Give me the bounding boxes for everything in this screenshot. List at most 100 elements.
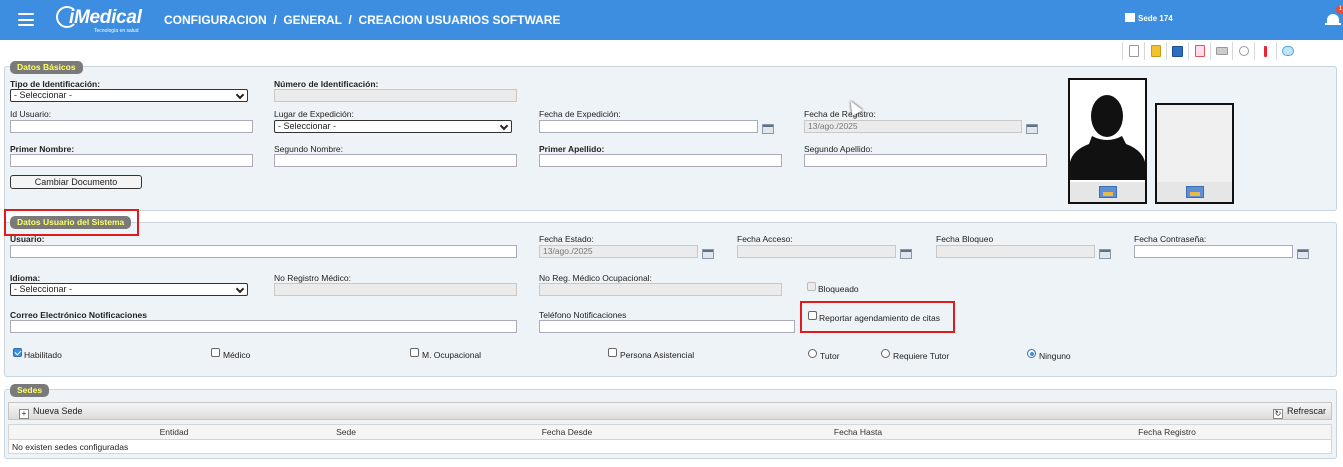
edit-icon <box>1150 45 1161 57</box>
fecha-contrasena-input[interactable] <box>1134 245 1293 258</box>
app-logo[interactable]: iMedical Tecnología en salud <box>56 4 148 36</box>
calendar-icon[interactable] <box>900 249 912 259</box>
fecha-bloqueo-input[interactable] <box>936 245 1095 258</box>
refrescar-button[interactable]: ↻ Refrescar <box>1273 404 1326 419</box>
chevron-down-icon <box>235 90 245 100</box>
lugar-exp-select[interactable]: - Seleccionar - <box>274 120 512 133</box>
empty-message: No existen sedes configuradas <box>12 442 129 452</box>
lugar-exp-label: Lugar de Expedición: <box>274 109 354 119</box>
table-row: No existen sedes configuradas <box>8 440 1332 454</box>
fecha-reg-input[interactable]: 13/ago./2025 <box>804 120 1022 133</box>
refrescar-label: Refrescar <box>1287 406 1327 416</box>
save-button[interactable] <box>1166 42 1188 60</box>
fecha-acceso-input[interactable] <box>737 245 896 258</box>
sede-label: Sede 174 <box>1138 14 1173 23</box>
breadcrumb: CONFIGURACION / GENERAL / CREACION USUAR… <box>164 13 561 27</box>
telefono-input[interactable] <box>539 320 795 333</box>
logo-text: iMedical <box>69 7 142 28</box>
signature-photo-frame <box>1155 103 1234 204</box>
primer-nombre-label: Primer Nombre: <box>10 144 75 154</box>
fecha-estado-label: Fecha Estado: <box>539 234 594 244</box>
numero-id-label: Número de Identificación: <box>274 79 379 89</box>
segundo-apellido-input[interactable] <box>804 154 1047 167</box>
habilitado-checkbox[interactable] <box>13 348 22 357</box>
id-usuario-input[interactable] <box>10 120 253 133</box>
new-button[interactable] <box>1122 42 1144 60</box>
numero-id-input[interactable] <box>274 89 517 102</box>
requiere-tutor-label: Requiere Tutor <box>893 351 950 361</box>
requiere-tutor-radio[interactable] <box>881 349 890 358</box>
print-button[interactable] <box>1210 42 1232 60</box>
segundo-nombre-label: Segundo Nombre: <box>274 144 343 154</box>
fecha-reg-label: Fecha de Registro: <box>804 109 876 119</box>
bloqueado-label: Bloqueado <box>818 284 859 294</box>
calendar-icon[interactable] <box>1297 249 1309 259</box>
building-icon <box>1125 13 1135 22</box>
search-button[interactable] <box>1232 42 1254 60</box>
column-entidad[interactable]: Entidad <box>160 427 189 437</box>
sedes-table-header: Entidad Sede Fecha Desde Fecha Hasta Fec… <box>8 424 1332 440</box>
calendar-icon[interactable] <box>1026 124 1038 134</box>
idioma-select[interactable]: - Seleccionar - <box>10 283 248 296</box>
tutor-radio[interactable] <box>808 349 817 358</box>
notifications-bell-icon[interactable]: 1 <box>1325 5 1343 26</box>
segundo-nombre-input[interactable] <box>274 154 517 167</box>
calendar-icon[interactable] <box>702 249 714 259</box>
nueva-sede-button[interactable]: + Nueva Sede <box>19 404 83 419</box>
cambiar-documento-button[interactable]: Cambiar Documento <box>10 175 142 189</box>
save-icon <box>1172 45 1183 57</box>
primer-apellido-input[interactable] <box>539 154 782 167</box>
reportar-label: Reportar agendamiento de citas <box>819 313 940 323</box>
correo-input[interactable] <box>10 320 517 333</box>
image-upload-icon[interactable] <box>1185 186 1204 198</box>
habilitado-label: Habilitado <box>24 350 62 360</box>
help-button[interactable] <box>1276 42 1298 60</box>
chevron-down-icon <box>499 121 509 131</box>
delete-button[interactable] <box>1188 42 1210 60</box>
m-ocupacional-label: M. Ocupacional <box>422 350 482 360</box>
no-reg-ocup-input[interactable] <box>539 283 782 296</box>
sedes-legend: Sedes <box>10 384 50 397</box>
primer-nombre-input[interactable] <box>10 154 253 167</box>
bloqueado-checkbox[interactable] <box>807 282 816 291</box>
persona-asistencial-label: Persona Asistencial <box>620 350 695 360</box>
user-silhouette-icon <box>1070 95 1145 180</box>
column-sede[interactable]: Sede <box>336 427 356 437</box>
no-registro-input[interactable] <box>274 283 517 296</box>
tipo-id-label: Tipo de Identificación: <box>10 79 101 89</box>
tutor-label: Tutor <box>820 351 840 361</box>
calendar-icon[interactable] <box>1099 249 1111 259</box>
ninguno-radio[interactable] <box>1027 349 1036 358</box>
menu-icon[interactable] <box>18 13 34 26</box>
fecha-exp-input[interactable] <box>539 120 758 133</box>
tipo-id-select[interactable]: - Seleccionar - <box>10 89 248 102</box>
alert-icon <box>1264 45 1267 57</box>
column-fecha-desde[interactable]: Fecha Desde <box>542 427 593 437</box>
medico-checkbox[interactable] <box>211 348 220 357</box>
correo-label: Correo Electrónico Notificaciones <box>10 310 147 320</box>
column-fecha-hasta[interactable]: Fecha Hasta <box>834 427 882 437</box>
persona-asistencial-checkbox[interactable] <box>608 348 617 357</box>
edit-button[interactable] <box>1144 42 1166 60</box>
telefono-label: Teléfono Notificaciones <box>539 310 627 320</box>
refresh-icon: ↻ <box>1273 409 1283 419</box>
segundo-apellido-label: Segundo Apellido: <box>804 144 873 154</box>
fecha-estado-input[interactable]: 13/ago./2025 <box>539 245 698 258</box>
m-ocupacional-checkbox[interactable] <box>410 348 419 357</box>
sede-indicator[interactable]: Sede 174 <box>1125 13 1173 23</box>
ninguno-label: Ninguno <box>1039 351 1071 361</box>
alert-button[interactable] <box>1254 42 1276 60</box>
medico-label: Médico <box>223 350 251 360</box>
fecha-bloqueo-label: Fecha Bloqueo <box>936 234 994 244</box>
column-fecha-registro[interactable]: Fecha Registro <box>1138 427 1196 437</box>
datos-usuario-highlight <box>4 209 139 236</box>
reportar-checkbox[interactable] <box>808 311 817 320</box>
calendar-icon[interactable] <box>762 124 774 134</box>
usuario-input[interactable] <box>10 245 517 258</box>
delete-icon <box>1194 45 1205 57</box>
sedes-toolbar <box>8 402 1332 420</box>
datos-basicos-legend: Datos Básicos <box>10 61 83 74</box>
image-upload-icon[interactable] <box>1098 186 1117 198</box>
usuario-label: Usuario: <box>10 234 45 244</box>
help-icon <box>1281 46 1294 56</box>
